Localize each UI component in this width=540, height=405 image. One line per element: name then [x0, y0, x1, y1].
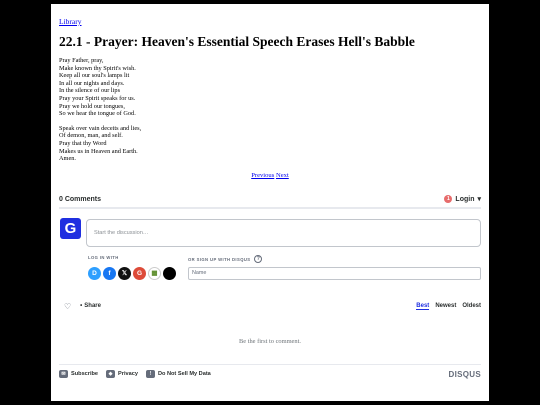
privacy-label: Privacy [118, 371, 138, 377]
notification-badge: 1 [444, 195, 453, 203]
empty-comments-text: Be the first to comment. [239, 338, 301, 345]
comment-editor[interactable]: Start the discussion… [86, 219, 481, 247]
disqus-logo[interactable]: DISQUS [449, 370, 481, 379]
share-button[interactable]: • Share [80, 303, 101, 309]
sort-tabs: Best Newest Oldest [416, 303, 481, 310]
subscribe-link[interactable]: ✉ Subscribe [59, 370, 98, 378]
comment-count: 0 Comments [59, 195, 102, 203]
shield-icon: ◆ [106, 370, 116, 378]
sort-best-tab[interactable]: Best [416, 303, 430, 310]
do-not-sell-link[interactable]: ! Do Not Sell My Data [145, 370, 211, 378]
disqus-comments: 0 Comments 1 Login ▾ G Start the discuss… [51, 4, 489, 401]
log-in-with-label: LOG IN WITH [88, 255, 119, 260]
microsoft-icon[interactable]: ▦ [148, 267, 161, 280]
apple-icon[interactable] [163, 267, 176, 280]
privacy-link[interactable]: ◆ Privacy [106, 370, 138, 378]
facebook-icon[interactable]: f [103, 267, 116, 280]
disqus-footer: ✉ Subscribe ◆ Privacy ! Do Not Sell My D… [59, 368, 481, 380]
login-button[interactable]: 1 Login ▾ [444, 195, 481, 203]
comments-header: 0 Comments 1 Login ▾ [59, 192, 481, 206]
login-label: Login [455, 195, 475, 203]
heart-icon[interactable]: ♡ [64, 302, 71, 311]
help-icon[interactable]: ? [254, 255, 263, 263]
warning-icon: ! [145, 370, 155, 378]
sort-oldest-tab[interactable]: Oldest [462, 303, 481, 310]
share-icon: • [80, 303, 83, 309]
social-login-buttons: Df 𝕏 G ▦ [88, 267, 176, 280]
share-label: Share [84, 303, 101, 309]
do-not-sell-label: Do Not Sell My Data [157, 371, 211, 377]
avatar: G [60, 218, 81, 239]
x-icon[interactable]: 𝕏 [118, 267, 131, 280]
divider [59, 207, 481, 209]
subscribe-label: Subscribe [71, 371, 99, 377]
chevron-down-icon: ▾ [477, 196, 481, 203]
envelope-icon: ✉ [59, 370, 68, 378]
name-input[interactable]: Name [188, 267, 481, 280]
disqus-icon[interactable]: D [88, 267, 101, 280]
sign-up-text: OR SIGN UP WITH DISQUS [188, 256, 251, 262]
sort-newest-tab[interactable]: Newest [435, 303, 456, 310]
comment-actions: ♡ • Share Best Newest Oldest [59, 300, 481, 312]
sign-up-label: OR SIGN UP WITH DISQUS ? [188, 255, 263, 263]
google-icon[interactable]: G [133, 267, 146, 280]
divider [59, 364, 481, 365]
